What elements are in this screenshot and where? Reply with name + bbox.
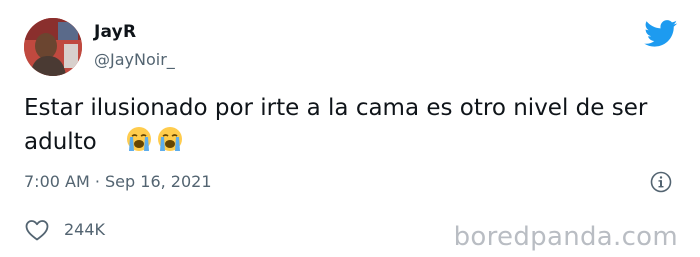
watermark: boredpanda.com bbox=[453, 222, 678, 252]
author-handle[interactable]: @JayNoir_ bbox=[94, 50, 175, 69]
author-display-name[interactable]: JayR bbox=[94, 22, 136, 42]
tweet-text: Estar ilusionado por irte a la cama es o… bbox=[24, 92, 664, 163]
loudly-crying-face-icon bbox=[157, 127, 182, 151]
loudly-crying-face-icon bbox=[126, 127, 151, 151]
like-count[interactable]: 244K bbox=[64, 220, 105, 239]
info-icon[interactable] bbox=[650, 171, 672, 193]
avatar[interactable] bbox=[24, 18, 82, 76]
tweet-body: Estar ilusionado por irte a la cama es o… bbox=[24, 95, 648, 155]
twitter-bird-icon[interactable] bbox=[644, 20, 678, 48]
crying-emojis bbox=[125, 125, 187, 163]
heart-icon[interactable] bbox=[24, 218, 50, 242]
tweet-timestamp[interactable]: 7:00 AM · Sep 16, 2021 bbox=[24, 172, 212, 191]
